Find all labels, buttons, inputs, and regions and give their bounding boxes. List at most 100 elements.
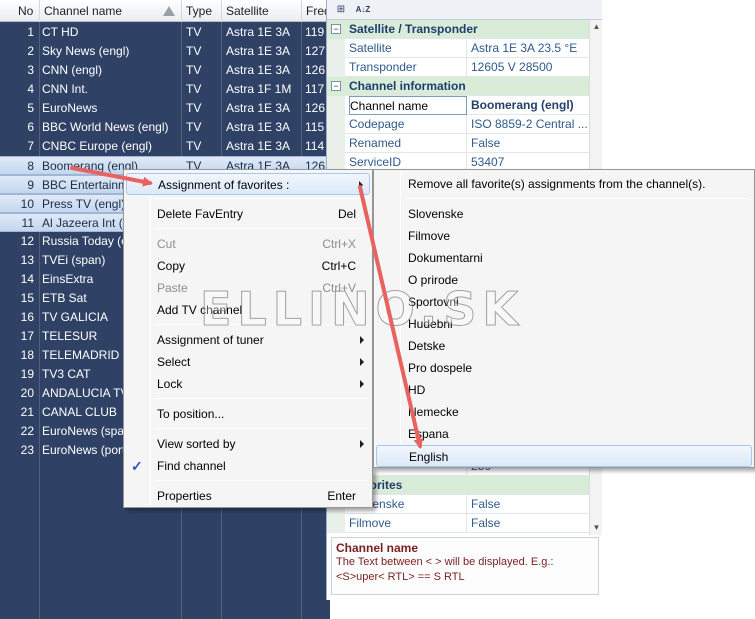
submenu-arrow-icon [359, 181, 363, 189]
submenu-item-label: English [409, 450, 449, 464]
channel-type: TV [186, 101, 202, 115]
menu-item-assignment-of-tuner[interactable]: Assignment of tuner [126, 329, 370, 351]
submenu-item-sportovni[interactable]: Sportovni [376, 291, 752, 313]
property-value[interactable]: Astra 1E 3A 23.5 °E [471, 39, 589, 58]
property-row[interactable]: Channel name Boomerang (engl) [327, 96, 589, 115]
menu-item-properties[interactable]: Properties Enter [126, 485, 370, 507]
menu-item-shortcut: Del [337, 207, 356, 221]
channel-satellite: Astra 1E 3A [226, 25, 291, 39]
submenu-arrow-icon [360, 358, 364, 366]
category-label: Channel information [349, 79, 466, 93]
column-header-channel-name[interactable]: Channel name [40, 0, 182, 22]
property-name: Filmove [349, 514, 467, 533]
menu-item-to-position[interactable]: To position... [126, 403, 370, 425]
submenu-item-slovenske[interactable]: Slovenske [376, 203, 752, 225]
channel-satellite: Astra 1E 3A [226, 101, 291, 115]
menu-item-copy[interactable]: Copy Ctrl+C [126, 255, 370, 277]
collapse-icon[interactable]: − [331, 24, 341, 34]
property-category[interactable]: − Channel information [327, 77, 589, 96]
menu-item-label: Delete FavEntry [157, 207, 244, 221]
submenu-item-o-prirode[interactable]: O prirode [376, 269, 752, 291]
submenu-item-english[interactable]: English [376, 445, 752, 467]
channel-name: BBC World News (engl) [42, 120, 169, 134]
channel-row[interactable]: 5 EuroNews TV Astra 1E 3A 126 [0, 99, 330, 118]
menu-item-find-channel[interactable]: ✓ Find channel [126, 455, 370, 477]
property-description: Channel name The Text between < > will b… [331, 537, 599, 595]
channel-row[interactable]: 2 Sky News (engl) TV Astra 1E 3A 127 [0, 42, 330, 61]
channel-satellite: Astra 1E 3A [226, 63, 291, 77]
submenu-item-espana[interactable]: Espana [376, 423, 752, 445]
property-value[interactable]: False [471, 495, 589, 514]
scroll-up-icon[interactable]: ▲ [590, 20, 603, 34]
alphabetical-sort-icon[interactable]: A↓Z [355, 2, 371, 18]
submenu-item-hd[interactable]: HD [376, 379, 752, 401]
menu-item-label: View sorted by [157, 437, 236, 451]
menu-item-label: Cut [157, 237, 176, 251]
menu-item-view-sorted-by[interactable]: View sorted by [126, 433, 370, 455]
menu-item-label: Lock [157, 377, 183, 391]
column-header-satellite[interactable]: Satellite [222, 0, 302, 22]
menu-separator [154, 428, 368, 429]
channel-row[interactable]: 4 CNN Int. TV Astra 1F 1M 117 [0, 80, 330, 99]
menu-item-delete-faventry[interactable]: Delete FavEntry Del [126, 203, 370, 225]
channel-row[interactable]: 3 CNN (engl) TV Astra 1E 3A 126 [0, 61, 330, 80]
property-row[interactable]: Codepage ISO 8859-2 Central ... [327, 115, 589, 134]
menu-item-paste[interactable]: Paste Ctrl+V [126, 277, 370, 299]
property-value[interactable]: 12605 V 28500 [471, 58, 589, 77]
menu-item-cut[interactable]: Cut Ctrl+X [126, 233, 370, 255]
column-header-type[interactable]: Type [182, 0, 222, 22]
property-name: Channel name [349, 96, 467, 115]
channel-number: 4 [27, 82, 34, 96]
submenu-item-label: Nemecke [408, 405, 459, 419]
submenu-item-nemecke[interactable]: Nemecke [376, 401, 752, 423]
menu-item-assignment-of-favorites[interactable]: Assignment of favorites : [126, 173, 370, 195]
column-header-no[interactable]: No [0, 0, 40, 22]
property-category[interactable]: − Satellite / Transponder [327, 20, 589, 39]
menu-item-label: Paste [157, 281, 188, 295]
submenu-item-hudebni[interactable]: Hudebni [376, 313, 752, 335]
channel-row[interactable]: 6 BBC World News (engl) TV Astra 1E 3A 115 [0, 118, 330, 137]
submenu-item-detske[interactable]: Detske [376, 335, 752, 357]
submenu-item-dokumentarni[interactable]: Dokumentarni [376, 247, 752, 269]
categorized-view-icon[interactable]: ⊞ [333, 2, 349, 18]
submenu-item-label: Hudebni [408, 317, 453, 331]
property-value[interactable]: Boomerang (engl) [471, 96, 589, 115]
menu-item-select[interactable]: Select [126, 351, 370, 373]
property-value[interactable]: False [471, 514, 589, 533]
property-value[interactable]: ISO 8859-2 Central ... [471, 115, 589, 134]
submenu-item-remove-all-favorite-s-assignments-from-t[interactable]: Remove all favorite(s) assignments from … [376, 173, 752, 195]
property-name: Codepage [349, 115, 467, 134]
menu-item-label: Add TV channel [157, 303, 243, 317]
channel-number: 6 [27, 120, 34, 134]
submenu-item-label: Detske [408, 339, 446, 353]
menu-item-lock[interactable]: Lock [126, 373, 370, 395]
menu-separator [154, 324, 368, 325]
channel-type: TV [186, 139, 202, 153]
property-row[interactable]: Filmove False [327, 514, 589, 533]
property-row[interactable]: Transponder 12605 V 28500 [327, 58, 589, 77]
submenu-item-pro-dospele[interactable]: Pro dospele [376, 357, 752, 379]
channel-number: 18 [20, 348, 34, 362]
property-gutter: − [327, 20, 345, 39]
menu-item-shortcut: Ctrl+V [322, 281, 356, 295]
description-text: The Text between < > will be displayed. … [336, 556, 554, 583]
property-gutter [327, 134, 345, 153]
channel-type: TV [186, 120, 202, 134]
scroll-down-icon[interactable]: ▼ [590, 521, 603, 535]
menu-item-shortcut: Ctrl+C [321, 259, 356, 273]
property-row[interactable]: Satellite Astra 1E 3A 23.5 °E [327, 39, 589, 58]
property-row[interactable]: Renamed False [327, 134, 589, 153]
channel-row[interactable]: 7 CNBC Europe (engl) TV Astra 1E 3A 114 [0, 137, 330, 156]
collapse-icon[interactable]: − [331, 81, 341, 91]
menu-item-label: Assignment of favorites : [158, 178, 290, 192]
property-value[interactable]: False [471, 134, 589, 153]
submenu-item-filmove[interactable]: Filmove [376, 225, 752, 247]
channel-list-header: No Channel name Type Satellite Freq [0, 0, 330, 22]
channel-row[interactable]: 1 CT HD TV Astra 1E 3A 119 [0, 23, 330, 42]
channel-number: 3 [27, 63, 34, 77]
menu-item-label: Assignment of tuner [157, 333, 264, 347]
channel-number: 19 [20, 367, 34, 381]
menu-item-add-tv-channel[interactable]: Add TV channel [126, 299, 370, 321]
channel-number: 23 [20, 443, 34, 457]
submenu-item-label: Espana [408, 427, 449, 441]
